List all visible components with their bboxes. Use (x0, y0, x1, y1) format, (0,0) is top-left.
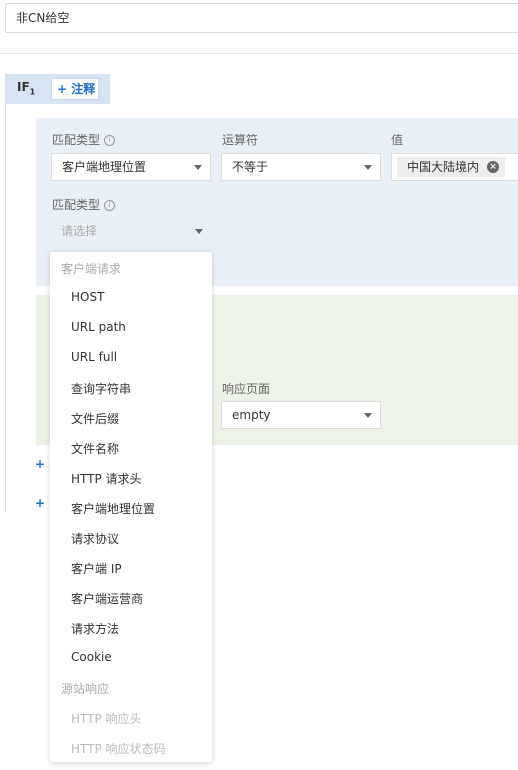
add-comment-button[interactable]: + 注释 (51, 78, 99, 100)
remove-tag-icon[interactable]: × (487, 161, 499, 173)
chevron-down-icon (194, 165, 202, 170)
match-type-select-2[interactable]: 请选择 (51, 218, 211, 246)
dropdown-item-client-ip[interactable]: 客户端 IP (71, 560, 122, 577)
match-type-select[interactable]: 客户端地理位置 (51, 153, 211, 181)
dropdown-item-client-isp[interactable]: 客户端运营商 (71, 590, 143, 607)
dropdown-group-origin-response: 源站响应 (61, 682, 110, 696)
chevron-down-icon (364, 413, 372, 418)
match-type-selected: 客户端地理位置 (62, 160, 147, 174)
info-icon: i (104, 200, 116, 211)
if-label: IF1 (17, 80, 36, 97)
dropdown-item-http-request-header[interactable]: HTTP 请求头 (71, 470, 142, 487)
match-type-label: 匹配类型 i (52, 131, 116, 148)
dropdown-item-http-response-header: HTTP 响应头 (71, 712, 142, 726)
value-tag: 中国大陆境内 × (397, 157, 505, 177)
response-page-select[interactable]: empty (221, 401, 381, 429)
chevron-down-icon (364, 165, 372, 170)
dropdown-item-cookie[interactable]: Cookie (71, 650, 112, 664)
dropdown-item-request-protocol[interactable]: 请求协议 (71, 530, 119, 547)
dropdown-item-host[interactable]: HOST (71, 290, 104, 304)
info-icon: i (104, 135, 116, 146)
match-type-dropdown: 客户端请求 HOST URL path URL full 查询字符串 文件后缀 … (50, 252, 212, 762)
response-page-selected: empty (232, 408, 271, 422)
dropdown-item-request-method[interactable]: 请求方法 (71, 620, 119, 637)
rule-name-input[interactable]: 非CN给空 (5, 3, 518, 33)
operator-select[interactable]: 不等于 (221, 153, 381, 181)
operator-selected: 不等于 (232, 160, 269, 174)
dropdown-item-url-full[interactable]: URL full (71, 350, 117, 364)
divider (0, 53, 518, 54)
value-label: 值 (391, 133, 404, 147)
if-block-rail (5, 104, 6, 512)
dropdown-item-query-string[interactable]: 查询字符串 (71, 380, 131, 397)
dropdown-item-file-name[interactable]: 文件名称 (71, 440, 119, 457)
dropdown-item-http-response-status: HTTP 响应状态码 (71, 742, 166, 756)
dropdown-item-file-extension[interactable]: 文件后缀 (71, 410, 119, 427)
response-page-label: 响应页面 (222, 382, 271, 396)
dropdown-item-url-path[interactable]: URL path (71, 320, 126, 334)
dropdown-group-client-request: 客户端请求 (61, 262, 122, 276)
match-type-label-2: 匹配类型 i (52, 196, 116, 213)
chevron-down-icon (195, 229, 203, 234)
operator-label: 运算符 (222, 133, 259, 147)
value-tag-label: 中国大陆境内 (407, 160, 480, 174)
dropdown-item-client-geo[interactable]: 客户端地理位置 (71, 500, 155, 517)
match-type-placeholder: 请选择 (61, 224, 98, 238)
